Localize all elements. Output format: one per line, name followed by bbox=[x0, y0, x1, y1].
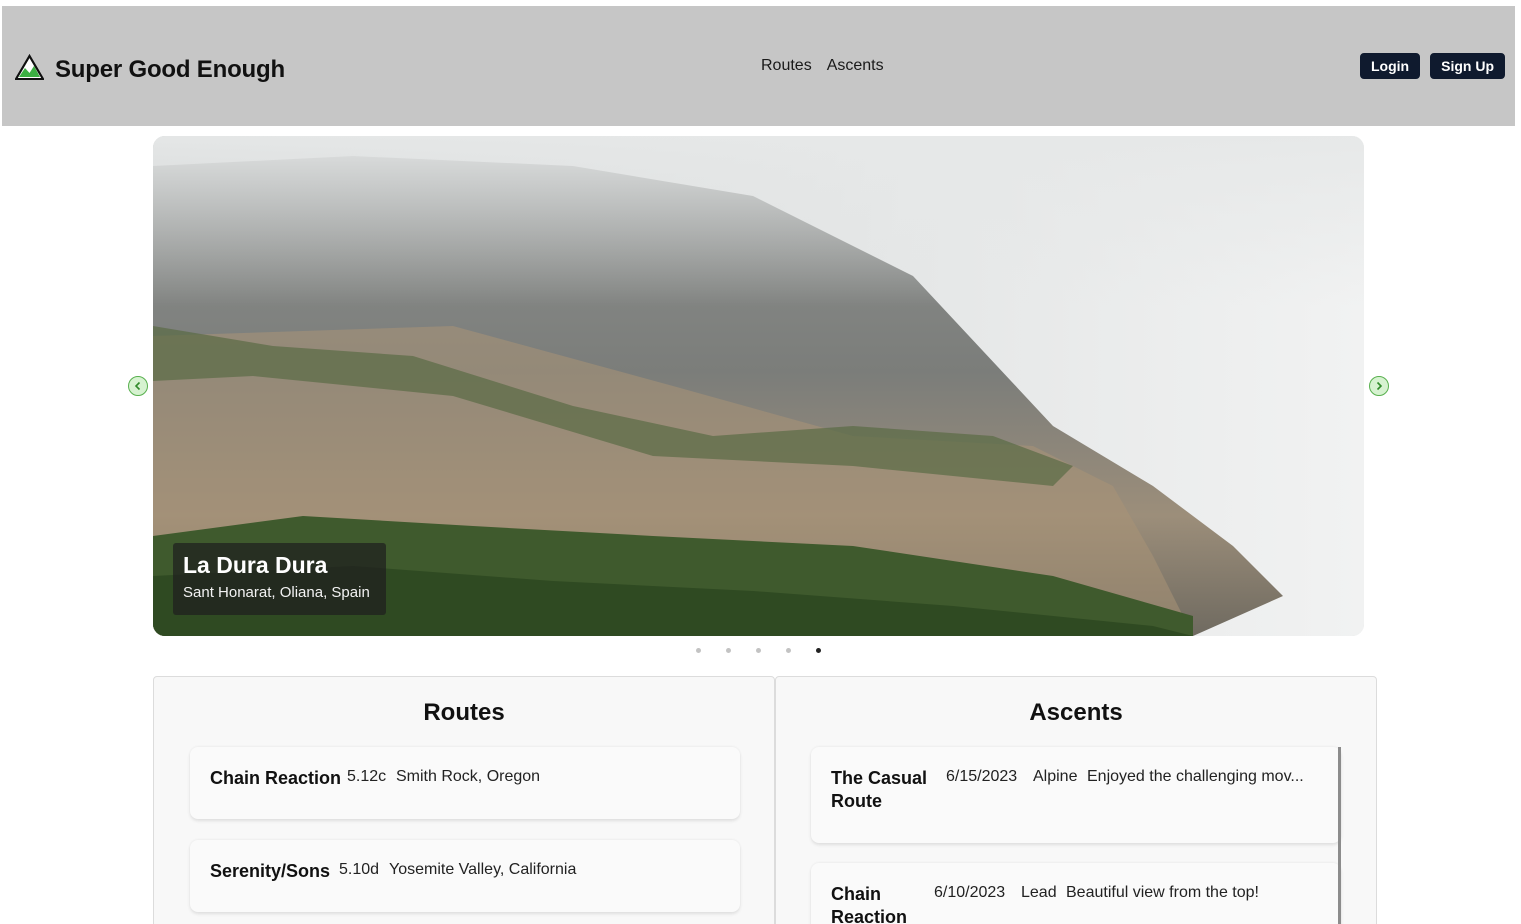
ascents-panel: Ascents The Casual Route 6/15/2023 Alpin… bbox=[775, 676, 1377, 924]
routes-panel: Routes Chain Reaction 5.12c Smith Rock, … bbox=[153, 676, 775, 924]
signup-button[interactable]: Sign Up bbox=[1430, 53, 1505, 79]
login-button[interactable]: Login bbox=[1360, 53, 1421, 79]
routes-title: Routes bbox=[423, 699, 505, 726]
mountain-icon bbox=[14, 54, 45, 86]
route-grade: 5.10d bbox=[339, 861, 380, 878]
chevron-left-icon bbox=[134, 381, 141, 391]
route-location: Smith Rock, Oregon bbox=[396, 768, 541, 785]
ascent-card[interactable]: Chain Reaction 6/10/2023 Lead Beautiful … bbox=[811, 863, 1341, 924]
ascents-title: Ascents bbox=[1029, 699, 1123, 726]
ascent-date: 6/10/2023 bbox=[934, 884, 1006, 901]
carousel-indicators bbox=[696, 648, 821, 653]
route-name: Serenity/Sons bbox=[210, 861, 331, 881]
nav-link-routes[interactable]: Routes bbox=[761, 57, 812, 75]
route-card[interactable]: Chain Reaction 5.12c Smith Rock, Oregon bbox=[190, 747, 740, 819]
chevron-right-icon bbox=[1376, 381, 1383, 391]
ascent-style: Alpine bbox=[1033, 768, 1078, 785]
route-location: Yosemite Valley, California bbox=[389, 861, 577, 878]
carousel-title: La Dura Dura bbox=[183, 552, 328, 578]
carousel-subtitle: Sant Honarat, Oliana, Spain bbox=[183, 584, 370, 601]
carousel-prev-button[interactable] bbox=[128, 376, 148, 396]
ascent-date: 6/15/2023 bbox=[946, 768, 1018, 785]
ascent-style: Lead bbox=[1021, 884, 1057, 901]
nav-link-ascents[interactable]: Ascents bbox=[827, 57, 884, 75]
carousel-dot-1[interactable] bbox=[696, 648, 701, 653]
auth-buttons: Login Sign Up bbox=[1360, 53, 1505, 79]
brand[interactable]: Super Good Enough bbox=[14, 54, 285, 86]
carousel-dot-5[interactable] bbox=[816, 648, 821, 653]
carousel-caption: La Dura Dura Sant Honarat, Oliana, Spain bbox=[173, 543, 386, 615]
ascent-card[interactable]: The Casual Route 6/15/2023 Alpine Enjoye… bbox=[811, 747, 1341, 843]
carousel-dot-2[interactable] bbox=[726, 648, 731, 653]
route-grade: 5.12c bbox=[347, 768, 387, 785]
ascent-route-name: Chain Reaction bbox=[831, 884, 908, 924]
carousel-next-button[interactable] bbox=[1369, 376, 1389, 396]
ascent-note: Beautiful view from the top! bbox=[1066, 884, 1259, 901]
carousel-dot-4[interactable] bbox=[786, 648, 791, 653]
route-name: Chain Reaction bbox=[210, 768, 342, 788]
navbar: Super Good Enough Routes Ascents Login S… bbox=[2, 6, 1515, 126]
ascent-route-name: The Casual Route bbox=[831, 768, 928, 811]
hero-carousel[interactable]: La Dura Dura Sant Honarat, Oliana, Spain bbox=[153, 136, 1364, 636]
nav-links: Routes Ascents bbox=[761, 57, 884, 75]
route-card[interactable]: Serenity/Sons 5.10d Yosemite Valley, Cal… bbox=[190, 840, 740, 912]
brand-name: Super Good Enough bbox=[55, 56, 285, 83]
ascent-note: Enjoyed the challenging mov... bbox=[1087, 768, 1304, 785]
carousel-dot-3[interactable] bbox=[756, 648, 761, 653]
ascents-scrollbar[interactable] bbox=[1338, 747, 1341, 924]
